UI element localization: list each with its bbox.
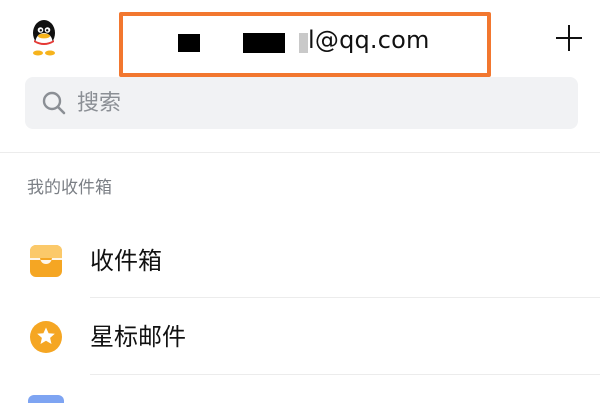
section-title: 我的收件箱 (27, 178, 112, 198)
star-icon (30, 321, 62, 353)
list-item-label: 星标邮件 (90, 323, 186, 351)
list-item-inbox[interactable]: 收件箱 (0, 226, 600, 298)
redaction-block (178, 34, 200, 52)
list-item-starred[interactable]: 星标邮件 (0, 302, 600, 374)
list-item-label: 收件箱 (90, 247, 162, 275)
inbox-icon (30, 245, 62, 277)
divider (90, 297, 600, 298)
divider (0, 152, 600, 153)
account-email[interactable]: l@qq.com (308, 25, 430, 55)
search-bar[interactable] (25, 77, 578, 129)
mail-app-screen: l@qq.com 我的收件箱 收件箱 星标邮件 (0, 0, 600, 403)
redaction-block (243, 33, 285, 53)
search-input[interactable] (77, 87, 557, 119)
header: l@qq.com (0, 0, 600, 78)
add-button[interactable] (552, 21, 586, 55)
folder-icon[interactable] (28, 395, 64, 403)
search-icon (42, 91, 66, 115)
redaction-block (299, 33, 308, 53)
divider (90, 374, 600, 375)
qq-penguin-avatar-icon[interactable] (28, 18, 60, 56)
